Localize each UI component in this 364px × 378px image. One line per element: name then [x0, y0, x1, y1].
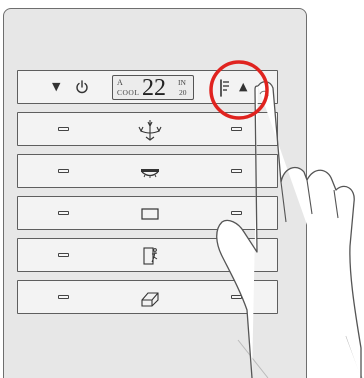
indicator-right — [231, 253, 242, 257]
indoor-temperature: 20 — [179, 88, 187, 97]
indoor-label: IN — [178, 78, 186, 87]
triangle-up-icon[interactable]: ▲ — [239, 80, 247, 93]
switch-row-chandelier[interactable] — [17, 112, 278, 146]
indicator-left — [58, 253, 69, 257]
switch-row-blind[interactable] — [17, 280, 278, 314]
switch-row-exit[interactable] — [17, 238, 278, 272]
indicator-right — [231, 169, 242, 173]
stage: ▼ A COOL 22 IN 20 ▲ — [0, 0, 364, 378]
rectangle-icon — [141, 208, 159, 220]
thermostat-display: A COOL 22 IN 20 — [112, 75, 194, 101]
exit-door-icon — [143, 247, 158, 265]
indicator-left — [58, 169, 69, 173]
chandelier-icon — [138, 120, 162, 141]
indicator-left — [58, 127, 69, 131]
wall-switch-plate — [3, 8, 307, 378]
indicator-right — [231, 127, 242, 131]
ceiling-lamp-icon — [141, 169, 159, 178]
triangle-down-icon[interactable]: ▼ — [52, 80, 60, 93]
power-icon[interactable] — [74, 79, 90, 95]
switch-row-rectangle[interactable] — [17, 196, 278, 230]
switch-row-ceiling-lamp[interactable] — [17, 154, 278, 188]
mode-letter: A — [117, 78, 123, 87]
thermometer-icon[interactable] — [218, 77, 232, 99]
setpoint-temperature: 22 — [142, 75, 166, 101]
indicator-right — [231, 211, 242, 215]
mode-label: COOL — [117, 88, 140, 97]
indicator-left — [58, 211, 69, 215]
indicator-left — [58, 295, 69, 299]
thermostat-row: ▼ A COOL 22 IN 20 ▲ — [17, 70, 278, 104]
blind-icon — [141, 292, 159, 307]
indicator-right — [231, 295, 242, 299]
